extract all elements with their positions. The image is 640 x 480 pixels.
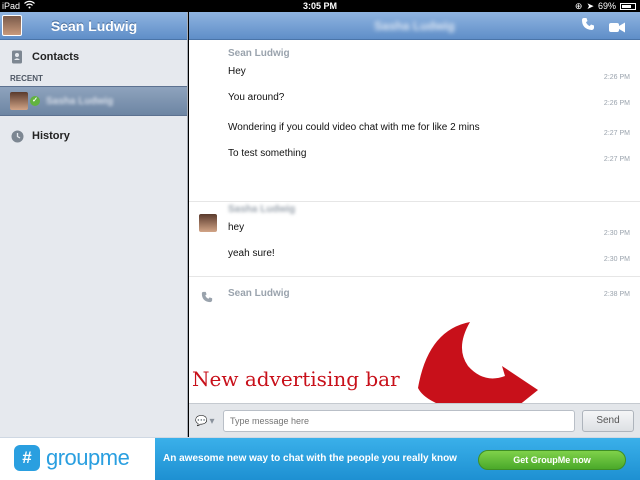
sidebar-item-contacts[interactable]: Contacts <box>0 42 187 72</box>
message-time: 2:30 PM <box>603 230 630 237</box>
recent-contact-name: Sasha Ludwig <box>46 95 114 107</box>
clock-icon <box>10 129 24 143</box>
message[interactable]: hey 2:30 PM <box>189 218 640 244</box>
call-icon <box>201 291 215 305</box>
message[interactable]: Hey 2:26 PM <box>189 62 640 88</box>
recent-section-label: RECENT <box>10 74 43 83</box>
message[interactable]: You around? 2:26 PM <box>189 88 640 118</box>
sender-name: Sean Ludwig <box>228 288 290 299</box>
groupme-logo: # groupme <box>14 445 130 471</box>
contact-avatar <box>10 92 28 110</box>
chat-header: Sasha Ludwig <box>189 12 640 40</box>
clock: 3:05 PM <box>302 1 337 11</box>
message-text: Wondering if you could video chat with m… <box>228 122 480 133</box>
message-time: 2:26 PM <box>603 100 630 107</box>
message-text: yeah sure! <box>228 248 275 259</box>
sender-name: Sasha Ludwig <box>228 204 296 215</box>
battery-icon <box>620 2 636 10</box>
advertising-bar[interactable]: # groupme An awesome new way to chat wit… <box>0 437 640 480</box>
groupme-badge-icon: # <box>14 445 40 471</box>
message-text: hey <box>228 222 245 233</box>
sidebar-item-label: History <box>32 130 70 142</box>
message-time: 2:30 PM <box>603 256 630 263</box>
message-time: 2:27 PM <box>603 156 630 163</box>
sidebar-title: Sean Ludwig <box>50 18 138 34</box>
sidebar: Sean Ludwig Contacts RECENT ✓ Sasha Ludw… <box>0 12 188 437</box>
message-input[interactable] <box>223 410 575 432</box>
message-text: Hey <box>228 66 246 77</box>
sender-name: Sean Ludwig <box>228 48 290 59</box>
message[interactable]: Wondering if you could video chat with m… <box>189 118 640 144</box>
message-time: 2:27 PM <box>603 130 630 137</box>
rotation-lock-icon: ⊕ <box>574 1 583 11</box>
composer: 💬 ▾ Send <box>189 403 640 437</box>
message-group: Sasha Ludwig hey 2:30 PM yeah sure! 2:30… <box>189 202 640 277</box>
status-bar: iPad 3:05 PM ⊕ ➤ 69% <box>0 0 640 12</box>
location-icon: ➤ <box>586 1 594 11</box>
sidebar-item-label: Contacts <box>32 51 80 63</box>
battery-percent: 69% <box>597 1 616 11</box>
emoji-menu-button[interactable]: 💬 ▾ <box>195 413 219 429</box>
call-event[interactable]: Sean Ludwig 2:38 PM <box>189 277 640 313</box>
chat-title: Sasha Ludwig <box>374 19 455 33</box>
message-group: Sean Ludwig Hey 2:26 PM You around? 2:26… <box>189 40 640 202</box>
message-text: You around? <box>228 92 285 103</box>
sidebar-item-history[interactable]: History <box>0 116 187 156</box>
status-right: ⊕ ➤ 69% <box>575 0 636 12</box>
message-time: 2:38 PM <box>603 291 630 298</box>
get-groupme-button[interactable]: Get GroupMe now <box>478 450 626 470</box>
phone-call-icon[interactable] <box>581 17 597 33</box>
message[interactable]: yeah sure! 2:30 PM <box>189 244 640 270</box>
online-check-icon: ✓ <box>30 96 40 106</box>
sidebar-item-recent-contact[interactable]: ✓ Sasha Ludwig <box>0 86 187 116</box>
ad-banner: An awesome new way to chat with the peop… <box>155 438 640 480</box>
speech-bubble-icon: 💬 <box>195 415 208 427</box>
message-text: To test something <box>228 148 307 159</box>
logo-text: groupme <box>46 445 130 470</box>
annotation-label: New advertising bar <box>192 367 400 391</box>
send-button[interactable]: Send <box>582 410 634 432</box>
ad-tagline: An awesome new way to chat with the peop… <box>163 453 457 464</box>
sidebar-header: Sean Ludwig <box>0 12 187 40</box>
contacts-book-icon <box>10 50 24 64</box>
message-time: 2:26 PM <box>603 74 630 81</box>
video-call-icon[interactable] <box>609 20 625 33</box>
chevron-down-icon: ▾ <box>209 415 215 427</box>
message[interactable]: To test something 2:27 PM <box>189 144 640 170</box>
